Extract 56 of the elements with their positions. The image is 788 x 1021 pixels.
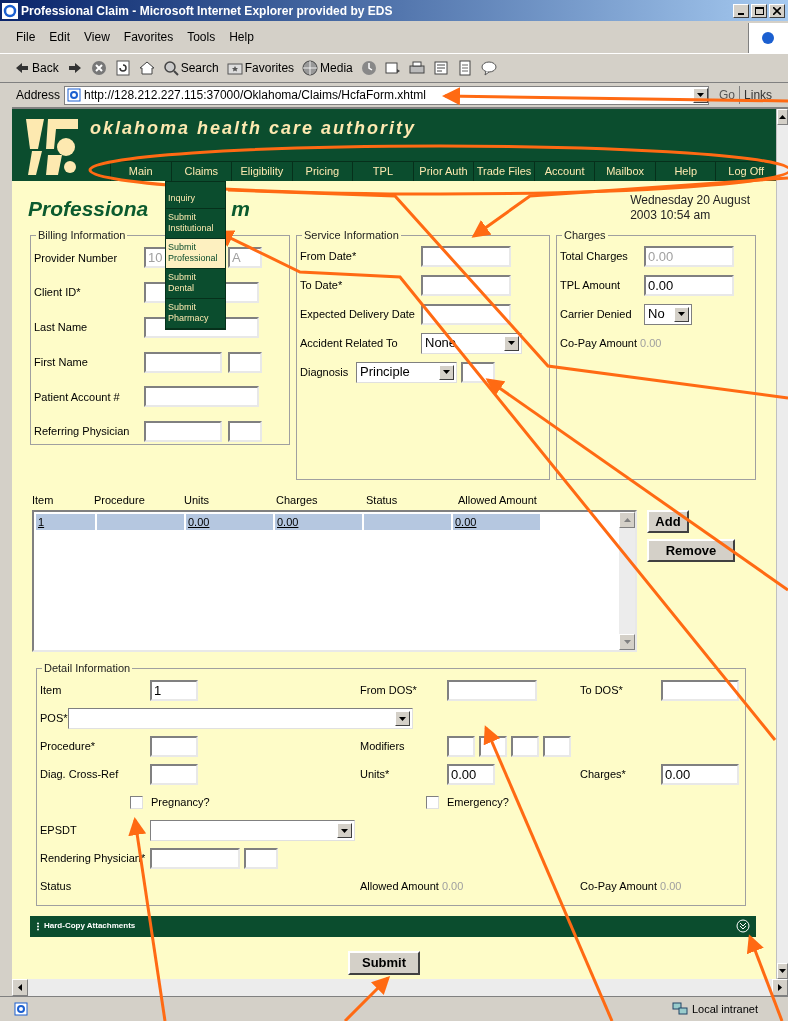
field-label: Item: [40, 683, 63, 699]
checkbox-label: Emergency?: [447, 795, 509, 811]
field-label: Client ID*: [34, 285, 82, 301]
field-label: From Date*: [300, 248, 358, 264]
table-cell: 0.00: [453, 514, 540, 530]
group-title: Billing Information: [37, 228, 127, 243]
field-label: First Name: [34, 354, 89, 370]
column-header: Item: [32, 493, 55, 506]
date-time: Wednesday 20 August: [630, 193, 750, 208]
field-label: EPSDT: [40, 823, 78, 839]
field-label: Diagnosis: [300, 364, 350, 380]
group-title: Service Information: [303, 228, 400, 243]
table-cell: 1: [36, 514, 95, 530]
field-label: To Date*: [300, 277, 344, 293]
address-label: Address: [16, 87, 61, 104]
field-label: Patient Account #: [34, 389, 121, 405]
field-label: Accident Related To: [300, 335, 399, 351]
field-label: Allowed Amount: [360, 879, 439, 895]
field-label: Status: [40, 879, 72, 895]
amount-value: 0.00: [441, 879, 464, 895]
group-title: Charges: [563, 228, 607, 243]
page-title: m: [231, 196, 250, 222]
section-title: Hard-Copy Attachments: [44, 920, 137, 932]
column-header: Units: [184, 493, 211, 506]
checkbox-label: Pregnancy?: [151, 795, 210, 811]
column-header: Charges: [276, 493, 319, 506]
field-label: Provider Number: [34, 250, 119, 266]
field-label: Modifiers: [360, 739, 406, 755]
window-title: Professional Claim - Microsoft Internet Explorer provided by EDS: [21, 2, 394, 20]
amount-value: 0.00: [640, 335, 662, 351]
field-label: Diag. Cross-Ref: [40, 767, 120, 783]
field-label: Charges*: [580, 767, 627, 783]
field-label: Total Charges: [560, 248, 629, 264]
field-label: POS*: [40, 711, 68, 727]
field-label: To DOS*: [580, 683, 624, 699]
organization-title: oklahoma health care authority: [90, 117, 418, 140]
table-cell: 0.00: [186, 514, 273, 530]
field-label: Procedure*: [40, 739, 97, 755]
column-header: Allowed Amount: [458, 493, 538, 506]
column-header: Status: [366, 493, 399, 506]
date-time: 2003 10:54 am: [630, 208, 712, 223]
page-title: Professiona: [28, 196, 149, 222]
field-label: From DOS*: [360, 683, 418, 699]
field-label: Expected Delivery Date: [300, 306, 416, 322]
amount-value: 0.00: [660, 879, 682, 895]
field-label: Co-Pay Amount: [560, 335, 638, 351]
field-label: TPL Amount: [560, 277, 622, 293]
column-header: Procedure: [94, 493, 146, 506]
field-label: Last Name: [34, 320, 89, 336]
zone-label: Local intranet: [691, 1001, 758, 1017]
field-label: Co-Pay Amount: [580, 879, 658, 895]
field-label: Referring Physician: [34, 424, 131, 440]
field-label: Units*: [360, 767, 391, 783]
field-label: Carrier Denied: [560, 306, 633, 322]
table-cell: 0.00: [275, 514, 362, 530]
group-title: Detail Information: [43, 661, 132, 676]
